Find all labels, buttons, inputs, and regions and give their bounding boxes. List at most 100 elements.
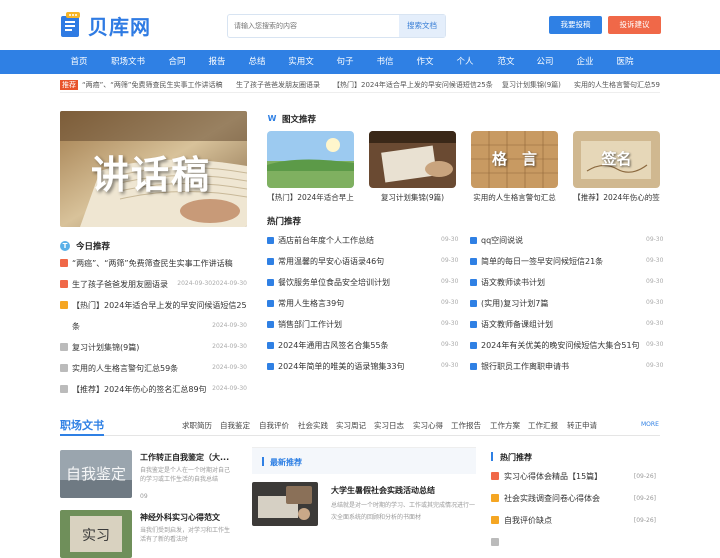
picture-card[interactable]: 【热门】2024年适合早上 [267, 131, 354, 203]
workplace-tab[interactable]: 实习周记 [336, 420, 366, 431]
picture-caption[interactable]: 复习计划集锦(9篇) [369, 192, 456, 203]
article-thumb[interactable]: 实习 [60, 510, 132, 558]
list-item[interactable]: “两癌”、“两筛”免费筛查民生实事工作讲话稿 [60, 258, 247, 270]
hero-image[interactable]: 讲话稿 [60, 111, 247, 227]
more-link[interactable]: MORE [641, 421, 659, 428]
latest-thumb[interactable] [252, 482, 318, 526]
list-item-title[interactable]: 实用的人生格言警句汇总59条 [72, 363, 178, 374]
picture-card[interactable]: 格 言实用的人生格言警句汇总 [471, 131, 558, 203]
list-item[interactable]: 复习计划集锦(9篇) 2024-09-30 [60, 342, 247, 354]
workplace-tab[interactable]: 社会实践 [298, 420, 328, 431]
hot-list-item[interactable]: 2024年简单的唯美的语录锦集33句 09-30 [267, 361, 458, 373]
hot2-item-title[interactable]: 实习心得体会精品【15篇】 [504, 471, 602, 482]
workplace-tab[interactable]: 工作汇报 [528, 420, 558, 431]
nav-item[interactable]: 书信 [376, 50, 393, 74]
hot-item-title[interactable]: 销售部门工作计划 [278, 319, 342, 330]
nav-item[interactable]: 医院 [616, 50, 633, 74]
list-item-title[interactable]: 条 [72, 321, 80, 332]
hot-list-item[interactable]: 餐饮服务单位食品安全培训计划 09-30 [267, 277, 458, 289]
workplace-tab[interactable]: 自我评价 [259, 420, 289, 431]
list-item-title[interactable]: “两癌”、“两筛”免费筛查民生实事工作讲话稿 [72, 258, 233, 269]
hot-list-item[interactable]: 2024年通用古风签名合集55条 09-30 [267, 340, 458, 352]
picture-caption[interactable]: 【推荐】2024年伤心的签 [573, 192, 660, 203]
ticker-item[interactable]: “两癌”、“两筛”免费筛查民生实事工作讲话稿 [82, 80, 223, 90]
search-input[interactable] [228, 15, 400, 37]
picture-card[interactable]: 签名 【推荐】2024年伤心的签 [573, 131, 660, 203]
hot2-list-item[interactable] [491, 537, 656, 549]
hot-item-title[interactable]: 常用人生格言39句 [278, 298, 344, 309]
hot-item-title[interactable]: (实用)复习计划7篇 [481, 298, 548, 309]
nav-item[interactable]: 作文 [416, 50, 433, 74]
nav-item[interactable]: 实用文 [288, 50, 314, 74]
article-title[interactable]: 工作转正自我鉴定（大... [140, 452, 229, 463]
workplace-tab[interactable]: 工作报告 [451, 420, 481, 431]
hot-list-item[interactable]: 2024年有关优美的晚安问候短信大集合51句 09-30 [470, 340, 663, 352]
workplace-tab[interactable]: 求职简历 [182, 420, 212, 431]
workplace-tab[interactable]: 实习日志 [374, 420, 404, 431]
list-item[interactable]: 生了孩子爸爸发朋友圈语录 2024-09-302024-09-30 [60, 279, 247, 291]
list-item[interactable]: 【推荐】2024年伤心的签名汇总89句 2024-09-30 [60, 384, 247, 396]
hot-list-item[interactable]: 常用人生格言39句 09-30 [267, 298, 458, 310]
article-thumb[interactable]: 自我鉴定 [60, 450, 132, 498]
ticker-item[interactable]: 生了孩子爸爸发朋友圈语录 [236, 80, 320, 90]
workplace-title[interactable]: 职场文书 [60, 417, 104, 433]
list-item[interactable]: 【热门】2024年适合早上发的早安问候语短信25 [60, 300, 247, 312]
hot-list-item[interactable]: qq空间说说 09-30 [470, 235, 663, 247]
hot-item-title[interactable]: 2024年有关优美的晚安问候短信大集合51句 [481, 340, 640, 351]
list-item-title[interactable]: 生了孩子爸爸发朋友圈语录 [72, 279, 168, 290]
hot-list-item[interactable]: 酒店前台年度个人工作总结 09-30 [267, 235, 458, 247]
nav-item[interactable]: 总结 [248, 50, 265, 74]
hot-list-item[interactable]: 销售部门工作计划 09-30 [267, 319, 458, 331]
hot-item-title[interactable]: 2024年通用古风签名合集55条 [278, 340, 389, 351]
hot-item-title[interactable]: 常用温馨的早安心语语录46句 [278, 256, 384, 267]
ticker-item[interactable]: 复习计划集锦(9篇) [502, 80, 561, 90]
picture-card[interactable]: 复习计划集锦(9篇) [369, 131, 456, 203]
nav-item[interactable]: 句子 [336, 50, 353, 74]
picture-caption[interactable]: 实用的人生格言警句汇总 [471, 192, 558, 203]
hot-list-item[interactable]: 常用温馨的早安心语语录46句 09-30 [267, 256, 458, 268]
complain-button[interactable]: 投诉建议 [608, 16, 661, 34]
hot-list-item[interactable]: 语文教师备课组计划 09-30 [470, 319, 663, 331]
ticker-item[interactable]: 【热门】2024年适合早上发的早安问候语短信25条 [333, 80, 493, 90]
workplace-tab[interactable]: 转正申请 [567, 420, 597, 431]
hot-list-item[interactable]: 银行职员工作离职申请书 09-30 [470, 361, 663, 373]
nav-item[interactable]: 合同 [168, 50, 185, 74]
hot-list-item[interactable]: 简单的每日一签早安问候短信21条 09-30 [470, 256, 663, 268]
hot-item-title[interactable]: 简单的每日一签早安问候短信21条 [481, 256, 603, 267]
nav-item[interactable]: 公司 [536, 50, 553, 74]
hot-item-title[interactable]: 酒店前台年度个人工作总结 [278, 235, 374, 246]
hot-item-title[interactable]: 餐饮服务单位食品安全培训计划 [278, 277, 390, 288]
nav-item[interactable]: 范文 [497, 50, 514, 74]
hot-item-title[interactable]: qq空间说说 [481, 235, 523, 246]
latest-article-title[interactable]: 大学生暑假社会实践活动总结 [331, 485, 435, 496]
hot-item-title[interactable]: 语文教师备课组计划 [481, 319, 553, 330]
picture-caption[interactable]: 【热门】2024年适合早上 [267, 192, 354, 203]
article-title[interactable]: 神经外科实习心得范文 [140, 512, 220, 523]
hot-item-title[interactable]: 2024年简单的唯美的语录锦集33句 [278, 361, 405, 372]
site-logo[interactable]: 贝库网 [60, 10, 170, 40]
hot-item-title[interactable]: 语文教师读书计划 [481, 277, 545, 288]
hot2-list-item[interactable]: 社会实践调查问卷心得体会 [09-26] [491, 493, 656, 505]
ticker-item[interactable]: 实用的人生格言警句汇总59 [574, 80, 660, 90]
list-item-title[interactable]: 复习计划集锦(9篇) [72, 342, 139, 353]
nav-item[interactable]: 职场文书 [111, 50, 145, 74]
nav-item[interactable]: 个人 [456, 50, 473, 74]
hot2-list-item[interactable]: 实习心得体会精品【15篇】 [09-26] [491, 471, 656, 483]
nav-item[interactable]: 企业 [576, 50, 593, 74]
workplace-tab[interactable]: 工作方案 [490, 420, 520, 431]
search-button[interactable]: 搜索文档 [399, 15, 445, 37]
list-item[interactable]: 实用的人生格言警句汇总59条 2024-09-30 [60, 363, 247, 375]
hot2-item-title[interactable]: 社会实践调查问卷心得体会 [504, 493, 600, 504]
nav-item[interactable]: 报告 [208, 50, 225, 74]
list-item-title[interactable]: 【推荐】2024年伤心的签名汇总89句 [72, 384, 207, 395]
workplace-tab[interactable]: 实习心得 [413, 420, 443, 431]
nav-item[interactable]: 首页 [70, 50, 87, 74]
submit-article-button[interactable]: 我要投稿 [549, 16, 602, 34]
workplace-tab[interactable]: 自我鉴定 [220, 420, 250, 431]
hot-list-item[interactable]: 语文教师读书计划 09-30 [470, 277, 663, 289]
hot2-item-title[interactable]: 自我评价缺点 [504, 515, 552, 526]
hot-item-title[interactable]: 银行职员工作离职申请书 [481, 361, 569, 372]
hot2-list-item[interactable]: 自我评价缺点 [09-26] [491, 515, 656, 527]
hot-list-item[interactable]: (实用)复习计划7篇 09-30 [470, 298, 663, 310]
list-item-title[interactable]: 【热门】2024年适合早上发的早安问候语短信25 [72, 300, 247, 311]
